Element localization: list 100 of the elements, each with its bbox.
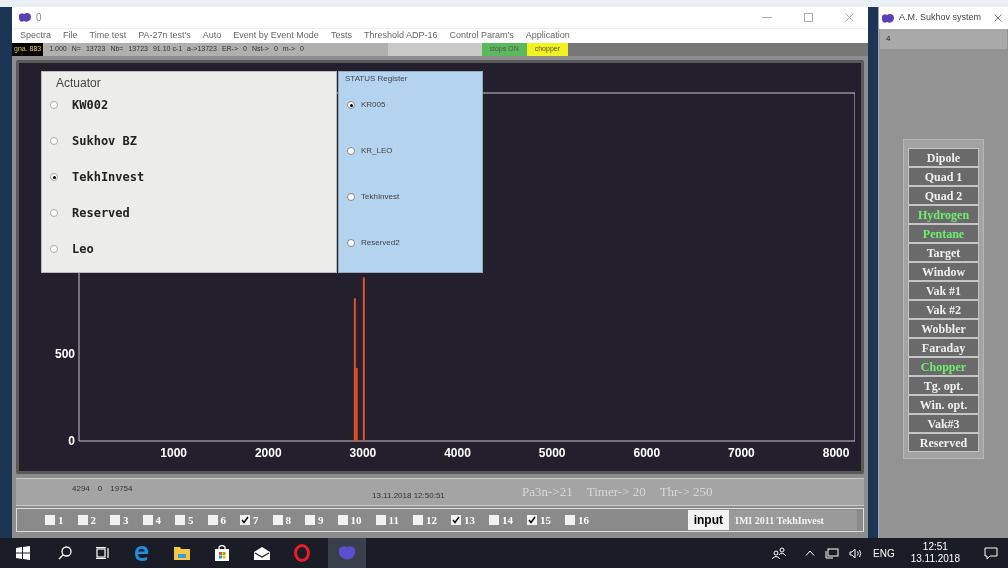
option-label[interactable]: KR_LEO — [361, 145, 393, 157]
credit-label: IMI 2011 TekhInvest — [729, 510, 857, 530]
radio-button[interactable] — [50, 209, 58, 217]
menu-item[interactable]: Threshold ADP-16 — [363, 29, 438, 43]
channel-checkbox[interactable] — [110, 515, 120, 525]
radio-button[interactable] — [347, 239, 355, 247]
task-view-icon[interactable] — [96, 547, 110, 559]
option-label[interactable]: Reserved — [72, 204, 130, 222]
menu-item[interactable]: Auto — [202, 29, 222, 43]
mail-icon[interactable] — [254, 546, 270, 560]
channel-label: 11 — [388, 512, 399, 528]
menu-item[interactable]: Event by Event Mode — [233, 29, 319, 43]
channel-label: 3 — [123, 512, 129, 528]
channel-checkbox[interactable] — [240, 515, 250, 525]
channel-label: 2 — [90, 512, 96, 528]
device-indicator: Quad 1 — [908, 167, 979, 186]
device-indicator: Vak #2 — [908, 300, 979, 319]
option-label[interactable]: KR005 — [361, 99, 386, 111]
channel-checkbox[interactable] — [564, 515, 575, 525]
x-tick-label: 1000 — [160, 446, 187, 460]
menu-item[interactable]: PA-27n test's — [138, 29, 191, 43]
opera-icon[interactable] — [294, 544, 310, 562]
speaker-icon[interactable] — [849, 547, 863, 559]
channel-checkbox[interactable] — [45, 515, 55, 525]
channel-checkbox[interactable] — [375, 515, 386, 525]
option-label[interactable]: TekhInvest — [72, 168, 145, 186]
device-indicator: Vak#3 — [908, 414, 979, 433]
channel-label: 6 — [220, 512, 226, 528]
menu-item[interactable]: Time test — [89, 29, 127, 43]
y-tick-label: 500 — [54, 347, 75, 361]
folder-icon[interactable] — [174, 546, 190, 560]
chevron-up-icon[interactable] — [805, 550, 815, 556]
menu-item[interactable]: Application — [525, 29, 570, 43]
store-bag-icon[interactable] — [214, 545, 230, 561]
channel-label: 1 — [58, 512, 64, 528]
menu-item[interactable]: Tests — [330, 29, 352, 43]
radio-button[interactable] — [347, 101, 355, 109]
channel-label: 15 — [539, 512, 551, 528]
radio-button[interactable] — [50, 101, 58, 109]
x-tick-label: 2000 — [254, 446, 282, 460]
clock[interactable]: 12:51 13.11.2018 — [910, 541, 960, 565]
option-label[interactable]: Reserved2 — [361, 237, 400, 249]
maximize-icon[interactable] — [804, 13, 813, 23]
menu-item[interactable]: File — [63, 29, 78, 43]
channel-label: 12 — [425, 512, 437, 528]
minimize-icon[interactable] — [762, 17, 772, 19]
active-app-icon[interactable] — [328, 538, 366, 568]
menu-item[interactable]: Control Param's — [449, 29, 514, 43]
channel-checkbox[interactable] — [272, 515, 283, 525]
app-logo-icon — [881, 12, 895, 24]
channel-label: 10 — [350, 512, 362, 528]
channel-label: 13 — [463, 512, 475, 528]
channel-checkbox[interactable] — [526, 515, 537, 525]
option-label[interactable]: TekhInvest — [361, 191, 400, 203]
option-label[interactable]: Sukhov BZ — [72, 132, 138, 150]
radio-button[interactable] — [347, 147, 355, 155]
channel-checkbox[interactable] — [305, 515, 315, 525]
channel-label: 4 — [155, 512, 161, 528]
count-value: 0 — [97, 483, 103, 495]
device-indicator: Target — [908, 243, 979, 262]
radio-button[interactable] — [50, 137, 58, 145]
panel-title: STATUS Register — [345, 73, 408, 85]
channel-checkbox[interactable] — [412, 515, 423, 525]
channel-checkbox[interactable] — [175, 515, 185, 525]
channel-checkbox[interactable] — [450, 515, 461, 525]
radio-button[interactable] — [50, 245, 58, 253]
device-indicator: Window — [908, 262, 979, 281]
app-logo-icon — [18, 12, 32, 24]
channel-checkbox[interactable] — [207, 515, 218, 525]
option-label[interactable]: Leo — [72, 240, 94, 258]
radio-button[interactable] — [50, 173, 58, 181]
network-icon[interactable] — [825, 547, 839, 559]
input-button[interactable]: input — [687, 510, 729, 530]
device-indicator: Win. opt. — [908, 395, 979, 414]
close-icon[interactable] — [845, 13, 854, 23]
language-indicator[interactable]: ENG — [873, 545, 895, 561]
radio-button[interactable] — [347, 193, 355, 201]
channel-checkbox[interactable] — [337, 515, 348, 525]
notification-icon[interactable] — [984, 546, 998, 560]
device-indicator: Dipole — [908, 148, 979, 167]
y-tick-label: 0 — [68, 434, 75, 448]
panel-title: Actuator — [56, 75, 101, 92]
x-tick-label: 6000 — [633, 446, 661, 460]
value-field[interactable]: 4 — [880, 29, 1007, 49]
x-tick-label: 4000 — [444, 446, 471, 460]
browser-icon[interactable] — [134, 545, 150, 561]
device-indicator: Vak #1 — [908, 281, 979, 300]
channel-checkbox[interactable] — [142, 515, 153, 525]
x-tick-label: 7000 — [728, 446, 755, 460]
windows-start-icon[interactable] — [16, 546, 30, 560]
timestamp: 13.11.2018 12:50:51 — [372, 490, 446, 502]
x-tick-label: 8000 — [822, 446, 850, 460]
people-icon[interactable] — [771, 547, 787, 559]
device-indicator: Pentane — [908, 224, 979, 243]
menu-item[interactable]: Spectra — [20, 29, 52, 43]
option-label[interactable]: KW002 — [72, 96, 109, 114]
search-icon[interactable] — [58, 546, 72, 560]
channel-checkbox[interactable] — [77, 515, 88, 525]
close-icon[interactable] — [994, 14, 1002, 22]
channel-checkbox[interactable] — [488, 515, 499, 525]
